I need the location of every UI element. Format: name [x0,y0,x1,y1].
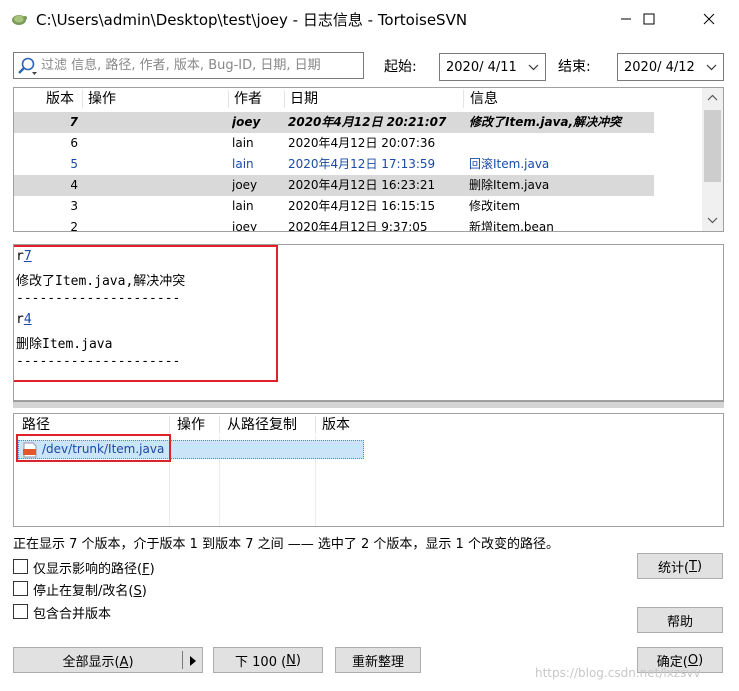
show-all-button[interactable]: 全部显示(A) [13,647,203,673]
highlight-box [14,245,278,382]
col-header-author[interactable]: 作者 [234,88,262,110]
scroll-thumb[interactable] [704,110,721,182]
author-cell: lain [232,199,254,213]
title-bar: C:\Users\admin\Desktop\test\joey - 日志信息 … [0,0,739,38]
include-merged-label[interactable]: 包含合并版本 [33,603,111,622]
date-cell: 2020年4月12日 20:07:36 [288,136,436,150]
to-date-value: 2020/ 4/12 [624,60,695,75]
status-text: 正在显示 7 个版本，介于版本 1 到版本 7 之间 —— 选中了 2 个版本，… [13,537,559,552]
author-cell: lain [232,136,254,150]
col-header-date[interactable]: 日期 [290,88,318,110]
help-button[interactable]: 帮助 [637,607,723,633]
accesskey-text: T [689,558,697,574]
log-row[interactable]: 5 lain 2020年4月12日 17:13:59 回滚Item.java [14,154,654,175]
log-row[interactable]: 7 joey 2020年4月12日 20:21:07 修改了Item.java,… [14,112,654,133]
message-cell: 新增item.bean [469,220,554,232]
watermark: https://blog.csdn.net/lxzsvv [535,666,701,680]
affected-only-checkbox[interactable] [13,559,28,574]
chevron-down-icon [706,64,717,71]
accesskey-text: F [142,562,150,577]
button-text: 全部显示( [62,654,120,670]
message-cell: 修改item [469,199,521,213]
tortoise-icon [12,15,27,25]
author-cell: joey [232,178,258,192]
date-cell: 2020年4月12日 17:13:59 [288,157,436,171]
button-text: 统计( [657,560,690,576]
to-date-label: 结束: [558,59,591,75]
include-merged-checkbox[interactable] [13,604,28,619]
search-box[interactable] [13,52,364,79]
col-header-action[interactable]: 操作 [88,88,116,110]
col-header-action[interactable]: 操作 [177,414,205,436]
label-text: 停止在复制/改名( [33,584,134,599]
scroll-up-icon[interactable] [707,93,718,103]
maximize-icon [643,13,655,25]
close-button[interactable] [686,0,732,38]
highlight-box [16,434,171,462]
dropdown-arrow-icon[interactable] [189,656,197,666]
search-input[interactable] [41,55,359,76]
col-header-revision[interactable]: 版本 [322,414,350,436]
next-100-button[interactable]: 下 100 (N) [213,647,323,673]
changed-paths-list[interactable]: 路径 操作 从路径复制 版本 /dev/trunk/Item.java [13,413,724,527]
date-cell: 2020年4月12日 9:37:05 [288,220,428,232]
log-row[interactable]: 2 joey 2020年4月12日 9:37:05 新增item.bean [14,217,654,232]
search-icon[interactable] [16,56,38,76]
col-header-revision[interactable]: 版本 [46,88,74,110]
statistics-button[interactable]: 统计(T) [637,553,723,579]
refresh-button[interactable]: 重新整理 [335,647,421,673]
date-cell: 2020年4月12日 16:23:21 [288,178,436,192]
window-title: C:\Users\admin\Desktop\test\joey - 日志信息 … [36,11,468,29]
button-text: 下 100 ( [235,654,287,670]
button-suffix: ) [696,558,703,574]
col-header-message[interactable]: 信息 [470,88,498,110]
author-cell: lain [232,157,254,171]
log-row[interactable]: 3 lain 2020年4月12日 16:15:15 修改item [14,196,654,217]
button-suffix: ) [128,654,134,670]
revision-cell: 3 [70,199,78,213]
show-all-text: 全部显示(A) [14,651,182,670]
date-cell: 2020年4月12日 20:21:07 [288,115,447,129]
pane-splitter[interactable] [13,401,724,408]
message-cell: 回滚Item.java [469,157,550,171]
button-suffix: ) [295,652,301,668]
message-cell: 删除Item.java [469,178,550,192]
close-icon [703,13,715,25]
revision-cell: 7 [69,115,78,129]
message-pane[interactable]: r7 修改了Item.java,解决冲突 -------------------… [13,244,724,401]
maximize-button[interactable] [626,0,672,38]
accesskey-text: N [286,652,296,668]
label-suffix: ) [149,562,155,577]
date-cell: 2020年4月12日 16:15:15 [288,199,436,213]
accesskey-text: S [133,584,142,599]
col-header-copyfrom[interactable]: 从路径复制 [227,414,297,436]
from-date-label: 起始: [384,59,417,75]
revision-cell: 6 [70,136,78,150]
log-list[interactable]: 版本 操作 作者 日期 信息 7 joey 2020年4月12日 20:21:0… [13,87,724,232]
col-header-path[interactable]: 路径 [22,414,50,436]
split-divider [182,651,183,669]
chevron-down-icon [528,64,539,71]
label-text: 仅显示影响的路径( [33,562,143,577]
revision-cell: 4 [70,178,78,192]
scroll-down-icon[interactable] [707,215,718,225]
author-cell: joey [232,220,258,232]
author-cell: joey [232,115,261,129]
log-row[interactable]: 6 lain 2020年4月12日 20:07:36 [14,133,654,154]
log-row[interactable]: 4 joey 2020年4月12日 16:23:21 删除Item.java [14,175,654,196]
revision-cell: 5 [70,157,78,171]
message-cell: 修改了Item.java,解决冲突 [469,115,622,129]
label-suffix: ) [141,584,147,599]
stop-on-copy-label[interactable]: 停止在复制/改名(S) [33,580,147,599]
from-date-value: 2020/ 4/11 [446,60,517,75]
log-list-scrollbar[interactable] [702,88,723,231]
stop-on-copy-checkbox[interactable] [13,581,28,596]
affected-only-label[interactable]: 仅显示影响的路径(F) [33,558,155,577]
to-date-picker[interactable]: 2020/ 4/12 [617,53,724,81]
from-date-picker[interactable]: 2020/ 4/11 [439,53,546,81]
revision-cell: 2 [70,220,78,232]
